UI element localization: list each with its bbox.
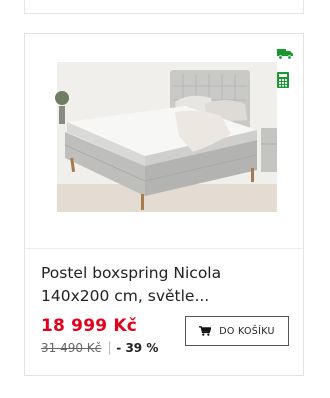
installment-calculator-icon [277,72,289,88]
discount-badge: - 39 % [116,341,159,355]
delivery-truck-icon [277,49,293,60]
price-separator [109,341,111,355]
product-badges [277,48,293,100]
add-to-cart-label: DO KOŠÍKU [219,325,275,337]
product-title[interactable]: Postel boxspring Nicola 140x200 cm, svět… [41,262,291,308]
shopping-cart-icon [199,326,212,336]
previous-product-card-edge [24,0,304,14]
product-listing: Postel boxspring Nicola 140x200 cm, svět… [0,0,330,398]
product-image[interactable] [25,34,303,248]
card-divider [25,248,303,249]
add-to-cart-button[interactable]: DO KOŠÍKU [185,316,289,346]
old-price: 31 490 Kč [41,341,102,355]
product-card[interactable]: Postel boxspring Nicola 140x200 cm, svět… [24,33,304,376]
price-comparison: 31 490 Kč - 39 % [41,341,158,355]
current-price: 18 999 Kč [41,316,138,336]
